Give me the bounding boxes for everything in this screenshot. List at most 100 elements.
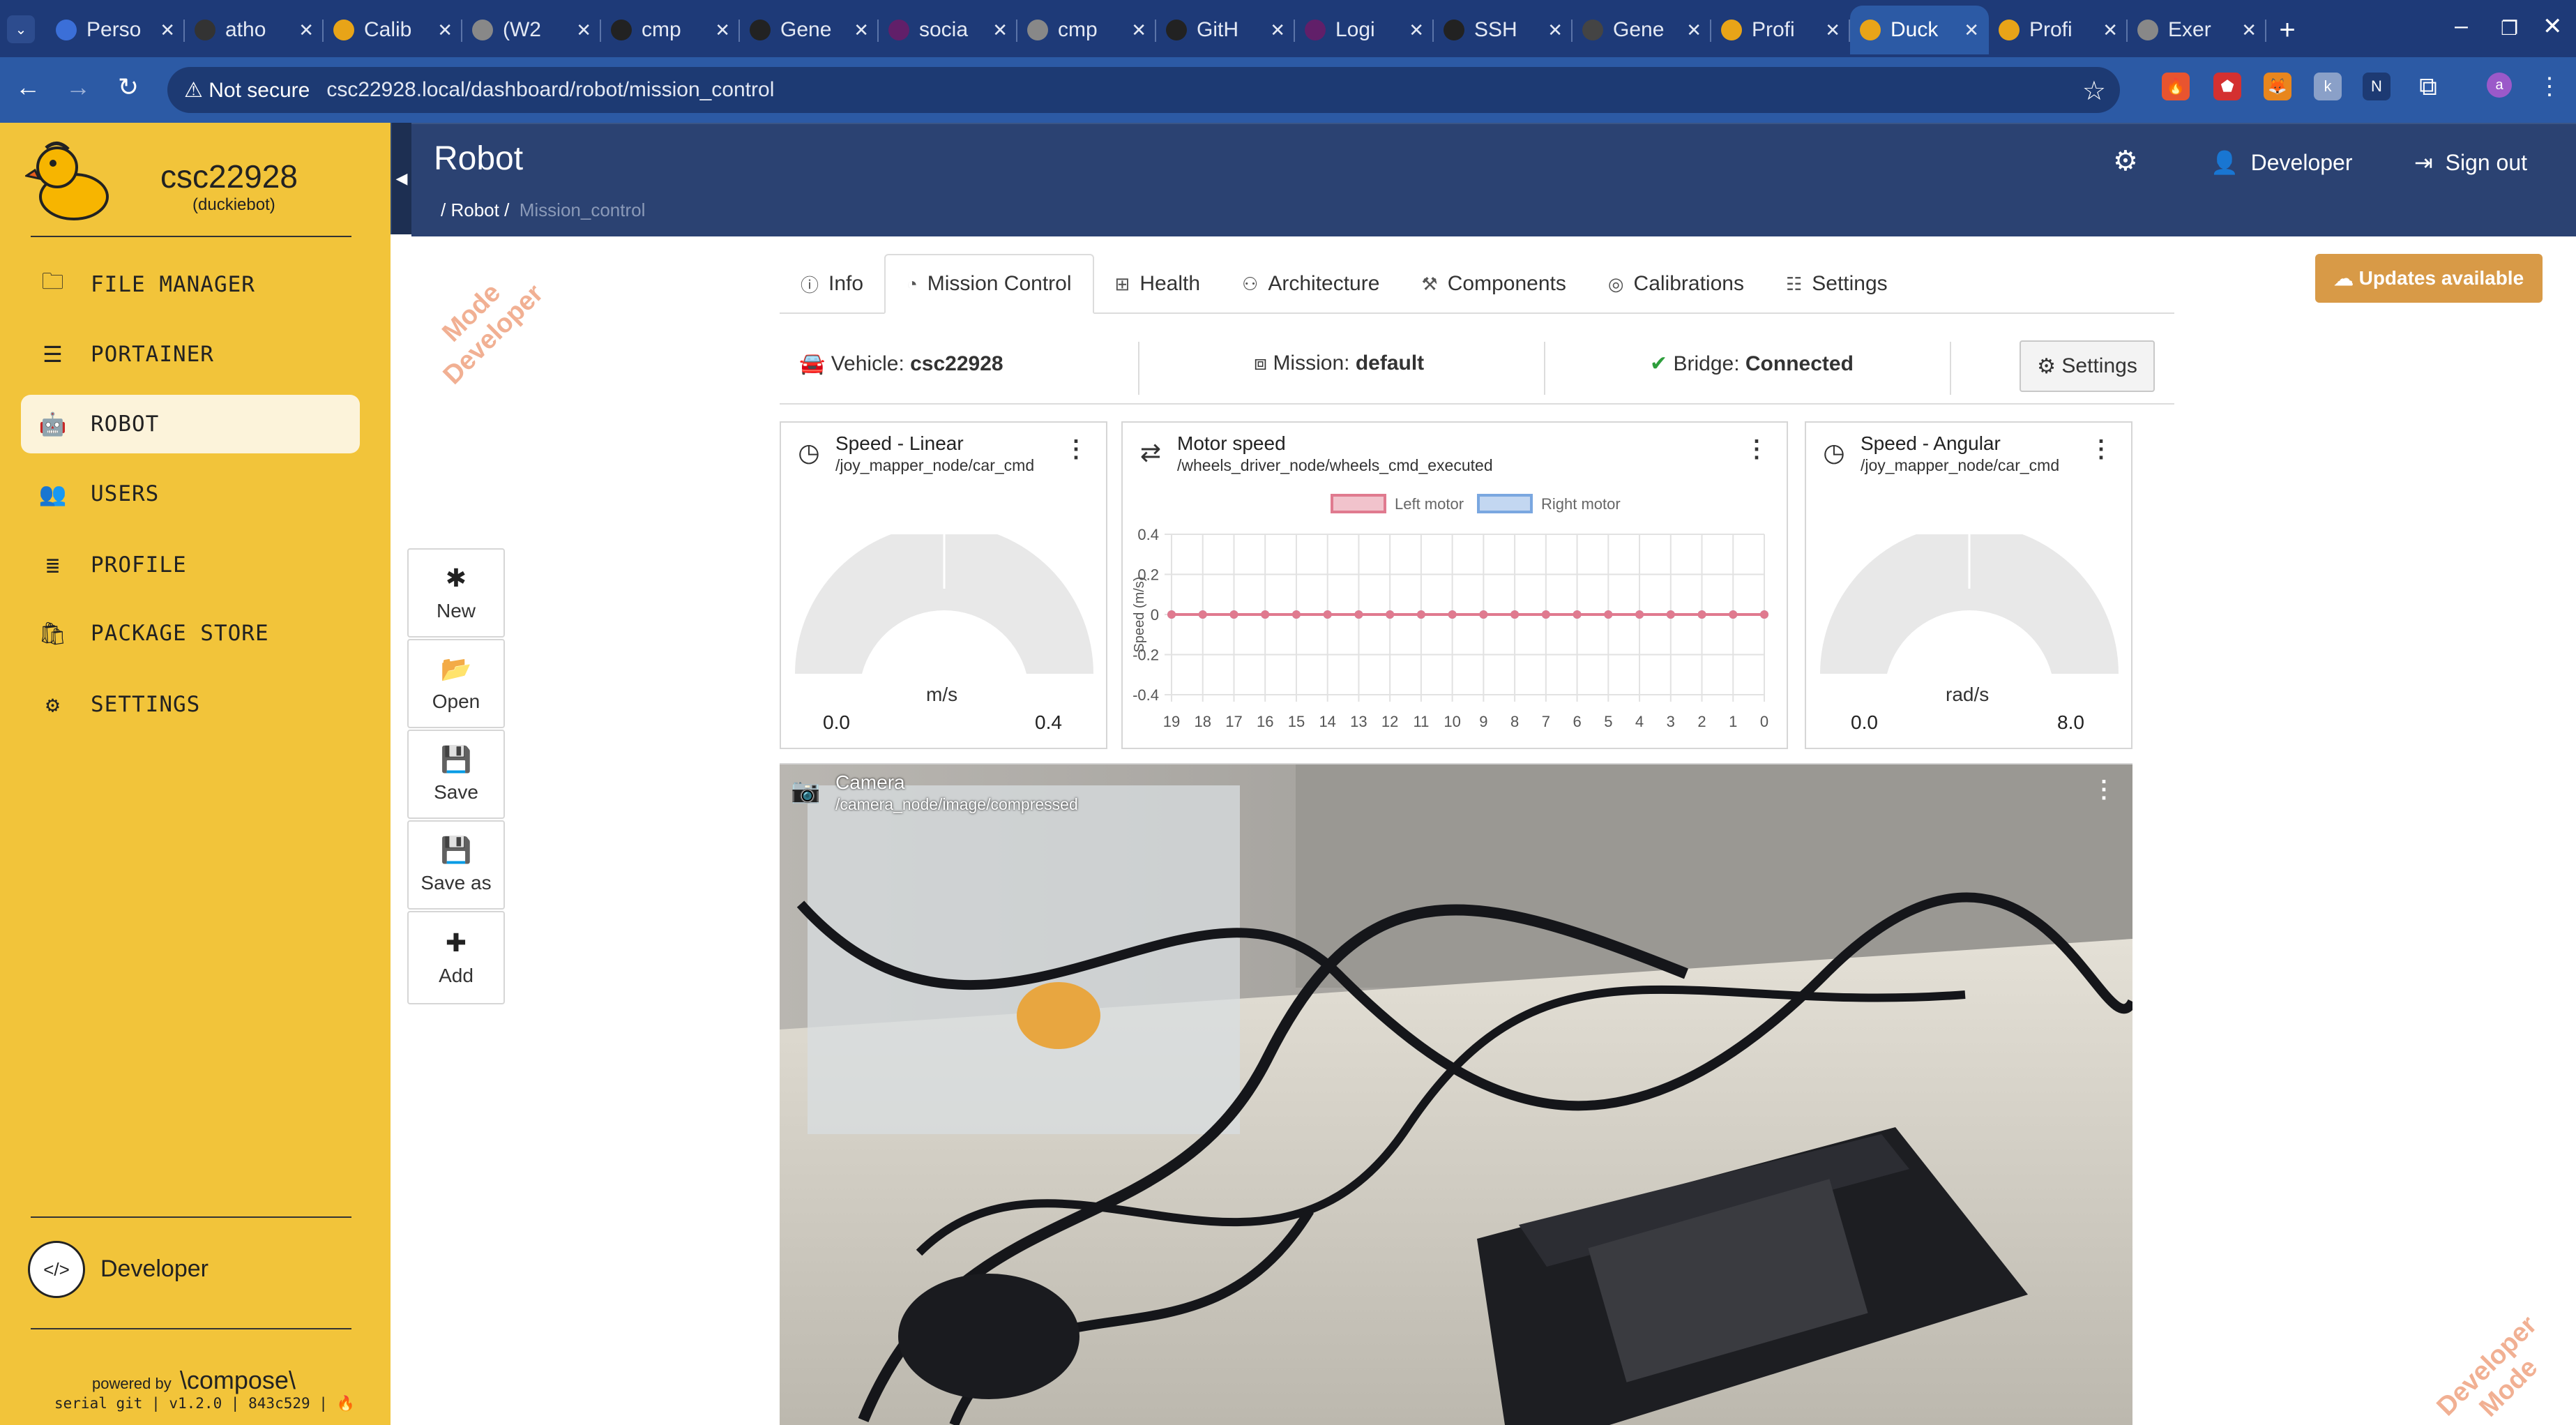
browser-tab[interactable]: Gene ✕ [740,6,879,54]
floppy-plus-icon: 💾 [440,836,472,864]
tachometer-icon: ◷ [798,438,820,467]
tab-search-icon[interactable]: ⌄ [7,15,35,43]
tab-info[interactable]: ⓘ Info [780,254,884,314]
tab-close-icon[interactable]: ✕ [160,20,175,41]
extension-fox-icon[interactable]: 🦊 [2264,73,2291,100]
browser-tab[interactable]: atho ✕ [185,6,324,54]
browser-tab[interactable]: cmp ✕ [1017,6,1156,54]
panel-menu-icon[interactable]: ⋮ [1745,435,1768,463]
tab-close-icon[interactable]: ✕ [1964,20,1979,41]
forward-icon[interactable]: → [61,73,95,102]
browser-tab[interactable]: Logi ✕ [1295,6,1434,54]
tab-mission-control[interactable]: ◔ Mission Control [884,254,1094,314]
extensions-puzzle-icon[interactable]: ⧉ [2414,72,2442,100]
new-tab-icon[interactable]: + [2266,6,2308,54]
mission-settings-button[interactable]: ⚙ Settings [2020,340,2155,392]
panel-menu-icon[interactable]: ⋮ [1064,435,1088,463]
browser-tab[interactable]: cmp ✕ [601,6,740,54]
tab-close-icon[interactable]: ✕ [2103,20,2118,41]
sidebar-item-package-store[interactable]: 🛍 PACKAGE STORE [21,604,360,663]
sidebar-item-portainer[interactable]: ☰ PORTAINER [21,325,360,384]
breadcrumb-robot[interactable]: Robot [450,199,499,220]
tab-close-icon[interactable]: ✕ [1131,20,1146,41]
tab-settings[interactable]: ☷ Settings [1765,254,1909,314]
reload-icon[interactable]: ↻ [112,73,145,102]
browser-tab[interactable]: SSH ✕ [1434,6,1573,54]
sidebar-item-robot[interactable]: 🤖 ROBOT [21,395,360,453]
tab-components[interactable]: ⚒ Components [1400,254,1586,314]
data-point [1604,610,1613,619]
sign-out-button[interactable]: ⇥ Sign out [2414,149,2527,176]
tab-close-icon[interactable]: ✕ [1409,20,1424,41]
bookmark-star-icon[interactable]: ☆ [2082,75,2106,107]
window-close-icon[interactable]: ✕ [2543,13,2563,40]
header-user[interactable]: 👤 Developer [2211,149,2352,176]
sidebar-divider [31,236,351,237]
browser-menu-icon[interactable]: ⋮ [2536,73,2563,100]
browser-tab[interactable]: (W2 ✕ [462,6,601,54]
extension-shield-icon[interactable]: ⬟ [2213,73,2241,100]
tab-architecture[interactable]: ⚇ Architecture [1221,254,1400,314]
data-point [1167,610,1176,619]
tab-close-icon[interactable]: ✕ [576,20,591,41]
save-button[interactable]: 💾 Save [407,730,505,819]
header-settings-icon[interactable]: ⚙ [2113,145,2138,177]
browser-tab[interactable]: Profi ✕ [1711,6,1850,54]
browser-tab[interactable]: Duck ✕ [1850,6,1989,54]
tab-close-icon[interactable]: ✕ [437,20,453,41]
browser-tab[interactable]: Profi ✕ [1989,6,2128,54]
minimize-icon[interactable]: – [2455,13,2468,40]
browser-tab[interactable]: Gene ✕ [1573,6,1711,54]
extension-notion-icon[interactable]: N [2363,73,2391,100]
browser-tab[interactable]: GitH ✕ [1156,6,1295,54]
tab-close-icon[interactable]: ✕ [1825,20,1840,41]
open-button[interactable]: 📂 Open [407,639,505,728]
tab-close-icon[interactable]: ✕ [854,20,869,41]
browser-tab[interactable]: socia ✕ [879,6,1017,54]
motor-speed-chart: Left motor Right motor19 18 17 16 15 14 13 12 11 1… [1132,494,1768,730]
sidebar-item-users[interactable]: 👥 USERS [21,465,360,523]
not-secure-indicator[interactable]: ⚠ Not secure [184,78,310,103]
tab-close-icon[interactable]: ✕ [1686,20,1702,41]
developer-avatar-icon[interactable]: </> [28,1241,85,1298]
panel-menu-icon[interactable]: ⋮ [2092,776,2116,804]
profile-avatar-icon[interactable]: a [2487,73,2512,98]
sidebar-item-settings[interactable]: ⚙ SETTINGS [21,675,360,734]
restore-icon[interactable]: ❐ [2501,17,2518,40]
new-button[interactable]: ✱ New [407,548,505,638]
tab-close-icon[interactable]: ✕ [1270,20,1285,41]
tab-close-icon[interactable]: ✕ [2241,20,2257,41]
tab-title: cmp [642,18,681,41]
tab-health[interactable]: ⊞ Health [1094,254,1222,314]
tab-close-icon[interactable]: ✕ [992,20,1008,41]
add-button[interactable]: ✚ Add [407,911,505,1004]
gauge-min: 0.0 [1851,711,1878,733]
developer-mode-watermark: Developer Mode [2431,1310,2565,1425]
browser-tab[interactable]: Exer ✕ [2128,6,2266,54]
tab-favicon-icon [1721,20,1742,40]
save-as-button[interactable]: 💾 Save as [407,820,505,910]
extension-k-icon[interactable]: k [2314,73,2342,100]
breadcrumb-current: Mission_control [519,199,646,220]
extension-fire-icon[interactable]: 🔥 [2162,73,2190,100]
updates-available-button[interactable]: ☁ Updates available [2315,254,2543,303]
sidebar-collapse-toggle[interactable]: ◀ [391,123,411,234]
developer-label[interactable]: Developer [100,1256,209,1283]
gauge-max: 8.0 [2057,711,2084,733]
browser-tab[interactable]: Calib ✕ [324,6,462,54]
mission-icon: ⧈ [1254,352,1268,375]
tab-close-icon[interactable]: ✕ [1547,20,1563,41]
x-tick-label: 14 [1319,713,1335,730]
browser-tab[interactable]: Perso ✕ [46,6,185,54]
sidebar-item-profile[interactable]: ≣ PROFILE [21,536,360,594]
panel-topic: /wheels_driver_node/wheels_cmd_executed [1177,456,1493,474]
sidebar-item-file-manager[interactable]: 🗀 FILE MANAGER [21,255,360,314]
tab-calibrations[interactable]: ◎ Calibrations [1587,254,1765,314]
tab-close-icon[interactable]: ✕ [298,20,314,41]
tab-close-icon[interactable]: ✕ [715,20,730,41]
back-icon[interactable]: ← [11,73,45,102]
tab-favicon-icon [1027,20,1048,40]
panel-menu-icon[interactable]: ⋮ [2089,435,2113,463]
url-bar[interactable]: ⚠ Not secure csc22928.local/dashboard/ro… [167,67,2120,113]
robot-type: (duckiebot) [192,195,275,214]
